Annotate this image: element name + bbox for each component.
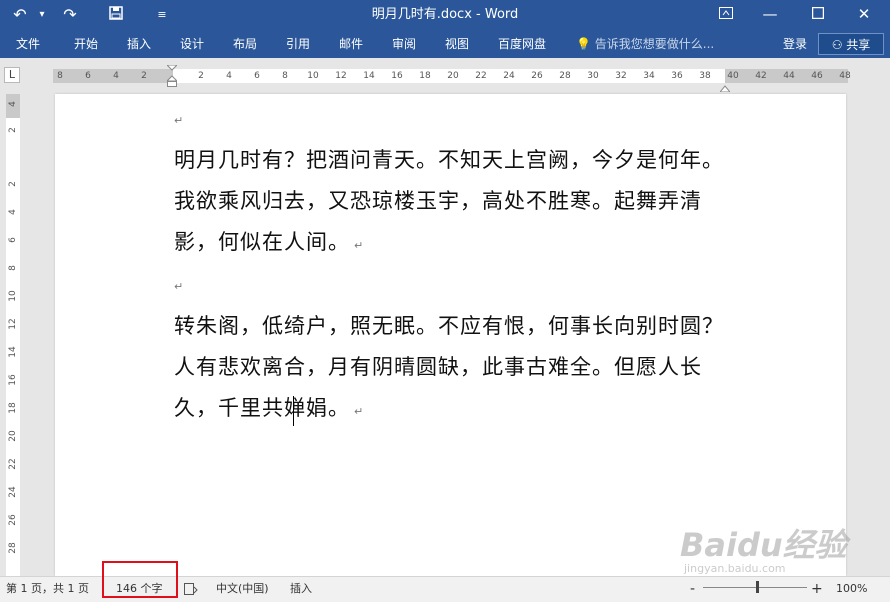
ruler-tick-label: 4 [8,209,18,215]
tab-file[interactable]: 文件 [16,30,40,58]
share-label: 共享 [846,38,871,52]
text-cursor [293,396,294,426]
ruler-tick-label: 2 [141,71,147,81]
ruler-tick-label: 10 [8,290,18,302]
ruler-tick-label: 20 [8,430,18,442]
zoom-out-button[interactable]: - [690,577,695,601]
indent-marker-icon[interactable] [165,64,179,87]
ruler-tick-label: 38 [699,71,711,81]
ruler-tick-label: 18 [419,71,431,81]
document-page[interactable]: ↵ 明月几时有？把酒问青天。不知天上宫阙，今夕是何年。我欲乘风归去，又恐琼楼玉宇… [55,94,846,576]
zoom-slider-track[interactable] [703,587,807,588]
zoom-in-button[interactable]: + [811,577,823,601]
ruler-tick-label: 28 [8,542,18,554]
ribbon-display-icon[interactable] [708,0,744,30]
ribbon-tabs: 文件 开始 插入 设计 布局 引用 邮件 审阅 视图 百度网盘 💡 告诉我您想要… [0,30,890,58]
ruler-tick-label: 10 [307,71,319,81]
ruler-tick-label: 20 [447,71,459,81]
ruler-tick-label: 8 [57,71,63,81]
ruler-tick-label: 2 [8,181,18,187]
paragraph-1-text: 明月几时有？把酒问青天。不知天上宫阙，今夕是何年。我欲乘风归去，又恐琼楼玉宇，高… [174,148,724,254]
ruler-tick-label: 6 [85,71,91,81]
ruler-tick-label: 24 [503,71,515,81]
tab-mailings[interactable]: 邮件 [339,30,363,58]
paragraph-2[interactable]: 转朱阁，低绮户，照无眠。不应有恨，何事长向别时圆？人有悲欢离合，月有阴晴圆缺，此… [174,306,734,432]
tab-baidu-netdisk[interactable]: 百度网盘 [498,30,546,58]
paragraph-1[interactable]: 明月几时有？把酒问青天。不知天上宫阙，今夕是何年。我欲乘风归去，又恐琼楼玉宇，高… [174,140,734,266]
lightbulb-icon: 💡 [576,37,591,51]
ruler-tick-label: 34 [643,71,655,81]
insert-mode[interactable]: 插入 [290,577,312,601]
tab-insert[interactable]: 插入 [127,30,151,58]
tab-selector[interactable]: L [4,67,20,83]
tell-me-box[interactable]: 💡 告诉我您想要做什么... [576,30,714,58]
paragraph-mark: ↵ [354,239,365,252]
empty-paragraph-mark: ↵ [174,114,184,127]
ruler-tick-label: 16 [8,374,18,386]
login-link[interactable]: 登录 [783,30,807,58]
ruler-tick-label: 4 [226,71,232,81]
ruler-tick-label: 4 [8,101,18,107]
watermark-url: jingyan.baidu.com [684,562,786,575]
ruler-tick-label: 2 [8,127,18,133]
paragraph-2-text: 转朱阁，低绮户，照无眠。不应有恨，何事长向别时圆？人有悲欢离合，月有阴晴圆缺，此… [174,314,724,420]
zoom-slider-thumb[interactable] [756,581,759,593]
ruler-tick-label: 48 [839,71,851,81]
ruler-tick-label: 18 [8,402,18,414]
ruler-tick-label: 12 [8,318,18,330]
ruler-tick-label: 42 [755,71,767,81]
watermark-brand: Baidu经验 [680,526,847,564]
ruler-tick-label: 14 [8,346,18,358]
ruler-tick-label: 26 [8,514,18,526]
restore-icon[interactable] [800,0,836,30]
ruler-tick-label: 12 [335,71,347,81]
ruler-tick-label: 8 [8,265,18,271]
ruler-tick-label: 6 [8,237,18,243]
ruler-tick-label: 8 [282,71,288,81]
zoom-level[interactable]: 100% [836,577,867,601]
ruler-tick-label: 6 [254,71,260,81]
ruler-tick-label: 22 [8,458,18,470]
ruler-tick-label: 14 [363,71,375,81]
tab-home[interactable]: 开始 [74,30,98,58]
right-indent-marker-icon[interactable] [718,77,732,93]
ruler-tick-label: 4 [113,71,119,81]
ruler-tick-label: 44 [783,71,795,81]
ruler-tick-label: 32 [615,71,627,81]
vertical-ruler[interactable]: 4 2 2 4 6 8 10 12 14 16 18 20 22 24 26 28 [6,94,20,576]
share-button[interactable]: ⚇ 共享 [818,33,884,55]
ruler-tick-label: 22 [475,71,487,81]
paragraph-mark: ↵ [354,405,365,418]
ruler-tick-label: 28 [559,71,571,81]
tab-references[interactable]: 引用 [286,30,310,58]
ruler-tick-label: 26 [531,71,543,81]
tab-view[interactable]: 视图 [445,30,469,58]
word-count-highlight [102,561,178,598]
ruler-tick-label: 36 [671,71,683,81]
tab-review[interactable]: 审阅 [392,30,416,58]
baidu-watermark: Baidu经验 jingyan.baidu.com [680,520,880,580]
ruler-tick-label: 24 [8,486,18,498]
person-icon: ⚇ [831,38,843,52]
close-icon[interactable]: ✕ [846,0,882,30]
ruler-tick-label: 16 [391,71,403,81]
horizontal-ruler[interactable]: 8 6 4 2 2 4 6 8 10 12 14 16 18 20 22 24 26 28 30 32 34 36 38 40… [53,64,851,93]
language[interactable]: 中文(中国) [216,577,269,601]
page-count[interactable]: 第 1 页，共 1 页 [6,577,89,601]
proofing-icon[interactable] [184,577,198,601]
empty-paragraph-mark: ↵ [174,280,184,293]
tell-me-placeholder: 告诉我您想要做什么... [594,37,715,51]
minimize-icon[interactable]: — [752,0,788,30]
ruler-tick-label: 46 [811,71,823,81]
ruler-tick-label: 30 [587,71,599,81]
ruler-tick-label: 2 [198,71,204,81]
tab-layout[interactable]: 布局 [233,30,257,58]
tab-design[interactable]: 设计 [180,30,204,58]
title-bar: ↶ ▾ ↷ ≡ 明月几时有.docx - Word — ✕ [0,0,890,30]
